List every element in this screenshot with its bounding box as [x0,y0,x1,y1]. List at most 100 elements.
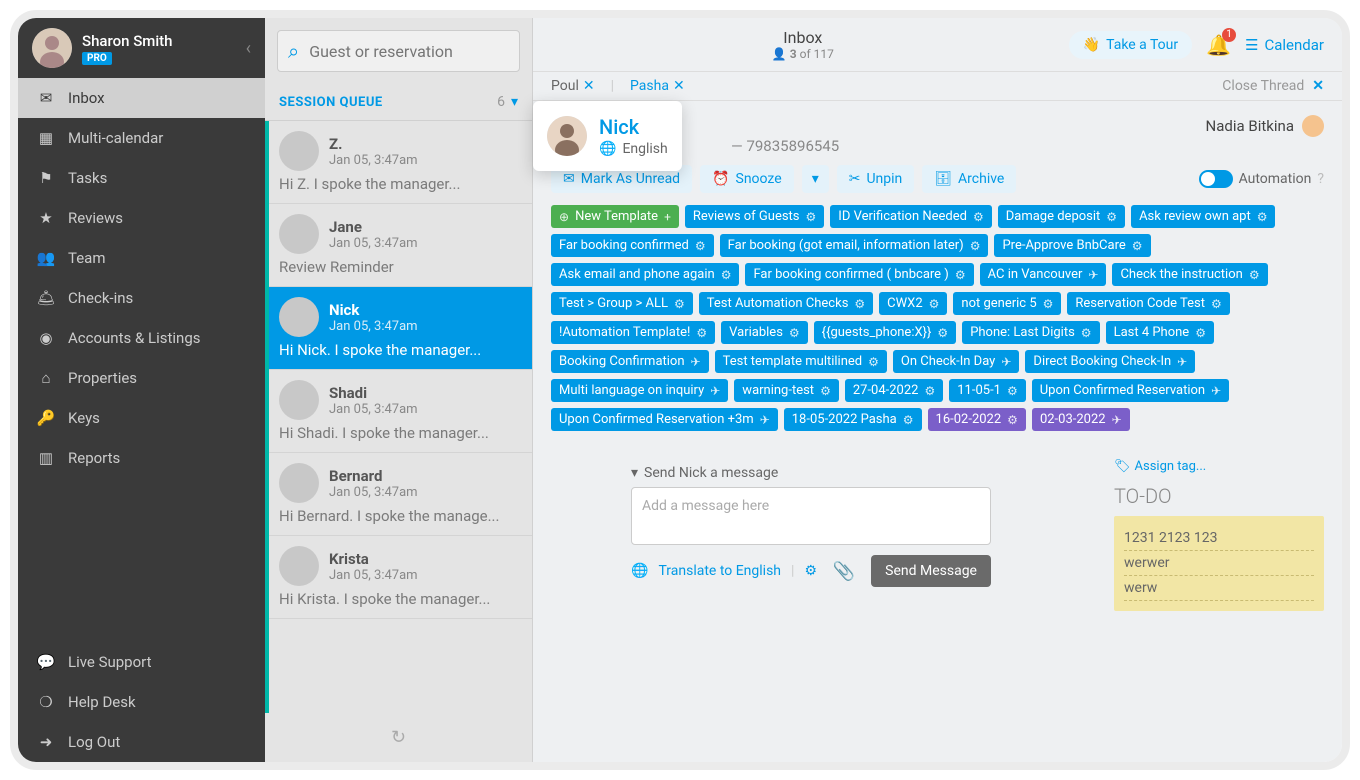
translate-button[interactable]: Translate to English [658,563,781,579]
template-tag[interactable]: Reviews of Guests⚙ [685,205,824,228]
nav-checkins[interactable]: 🛎Check-ins [18,278,265,318]
template-tag[interactable]: ID Verification Needed⚙ [830,205,991,228]
automation-toggle[interactable] [1199,170,1233,188]
template-tag[interactable]: Phone: Last Digits⚙ [962,321,1099,344]
nav-label: Tasks [68,169,107,187]
nav-properties[interactable]: ⌂Properties [18,358,265,398]
todo-note-line: 1231 2123 123 [1124,526,1314,551]
nav-live-support[interactable]: 💬Live Support [18,642,265,682]
template-tag[interactable]: Check the instruction⚙ [1112,263,1267,286]
logout-icon: ➜ [36,732,56,752]
template-tag[interactable]: AC in Vancouver✈ [980,263,1107,286]
template-tag[interactable]: Last 4 Phone⚙ [1106,321,1214,344]
template-tag[interactable]: Upon Confirmed Reservation +3m✈ [551,408,778,431]
queue-item[interactable]: BernardJan 05, 3:47amHi Bernard. I spoke… [269,453,532,536]
template-tags: ⊕New Template+ Reviews of Guests⚙ ID Verif… [533,205,1342,445]
queue-item[interactable]: NickJan 05, 3:47amHi Nick. I spoke the m… [269,287,532,370]
avatar [279,297,319,337]
template-tag[interactable]: Damage deposit⚙ [998,205,1125,228]
template-tag[interactable]: Ask review own apt⚙ [1131,205,1275,228]
snooze-dropdown[interactable]: ▾ [802,165,829,193]
template-tag[interactable]: Test template multilined⚙ [715,350,887,373]
close-thread-button[interactable]: Close Thread✕ [1222,78,1324,94]
template-tag[interactable]: Test > Group > ALL⚙ [551,292,693,315]
thread-tab-poul[interactable]: Poul✕ [551,78,595,94]
template-tag[interactable]: not generic 5⚙ [953,292,1061,315]
nav-reviews[interactable]: ★Reviews [18,198,265,238]
gear-icon: ⚙ [1249,268,1260,282]
template-tag[interactable]: 27-04-2022⚙ [845,379,943,402]
calendar-button[interactable]: ☰Calendar [1245,36,1324,54]
nav-help-desk[interactable]: ❍Help Desk [18,682,265,722]
queue-item[interactable]: KristaJan 05, 3:47amHi Krista. I spoke t… [269,536,532,619]
nav-team[interactable]: 👥Team [18,238,265,278]
nav-keys[interactable]: 🔑Keys [18,398,265,438]
template-tag[interactable]: Upon Confirmed Reservation✈ [1032,379,1229,402]
nav-label: Log Out [68,733,120,751]
todo-notes[interactable]: 1231 2123 123werwerwerw [1114,516,1324,611]
template-tag[interactable]: 02-03-2022✈ [1032,408,1130,431]
template-tag[interactable]: Pre-Approve BnbCare⚙ [994,234,1150,257]
refresh-button[interactable]: ↻ [265,713,532,762]
attach-icon[interactable]: 📎 [833,561,855,582]
gear-icon: ⚙ [1007,413,1018,427]
close-icon[interactable]: ✕ [673,78,685,94]
nav-logout[interactable]: ➜ Log Out [18,722,265,762]
archive-button[interactable]: 🗄Archive [922,165,1016,193]
gear-icon[interactable]: ⚙ [804,563,817,579]
plane-icon: ✈ [691,355,701,369]
template-tag[interactable]: Far booking confirmed ( bnbcare )⚙ [745,263,973,286]
template-tag[interactable]: Multi language on inquiry✈ [551,379,728,402]
close-icon[interactable]: ✕ [583,78,595,94]
translate-icon: 🌐 [631,563,648,579]
template-tag[interactable]: warning-test⚙ [734,379,839,402]
queue-item[interactable]: ShadiJan 05, 3:47amHi Shadi. I spoke the… [269,370,532,453]
nav: ✉Inbox ▦Multi-calendar ⚑Tasks ★Reviews 👥… [18,78,265,478]
search-box[interactable]: ⌕ [277,30,520,72]
template-tag[interactable]: Far booking (got email, information late… [720,234,989,257]
template-tag[interactable]: Booking Confirmation✈ [551,350,709,373]
template-tag[interactable]: Ask email and phone again⚙ [551,263,739,286]
collapse-sidebar-icon[interactable]: ‹ [246,38,251,59]
unpin-button[interactable]: ✂Unpin [837,165,915,193]
gear-icon: ⚙ [937,326,948,340]
template-tag[interactable]: Reservation Code Test⚙ [1067,292,1229,315]
template-tag[interactable]: 16-02-2022⚙ [928,408,1026,431]
template-tag[interactable]: Far booking confirmed⚙ [551,234,714,257]
pro-badge: PRO [82,52,112,65]
template-tag[interactable]: ⊕New Template+ [551,205,679,228]
template-tag[interactable]: CWX2⚙ [879,292,947,315]
chevron-down-icon[interactable]: ▾ [511,94,518,110]
help-icon[interactable]: ? [1317,171,1324,187]
message-input[interactable]: Add a message here [631,487,991,545]
assigned-user[interactable]: Nadia Bitkina [1206,115,1324,137]
template-tag[interactable]: Test Automation Checks⚙ [699,292,873,315]
search-input[interactable] [309,42,512,61]
take-tour-button[interactable]: 👋Take a Tour [1069,31,1192,59]
nav-reports[interactable]: ▥Reports [18,438,265,478]
plus-icon: ⊕ [559,210,569,224]
template-tag[interactable]: !Automation Template!⚙ [551,321,715,344]
template-tag[interactable]: {{guests_phone:X}}⚙ [814,321,957,344]
nav-tasks[interactable]: ⚑Tasks [18,158,265,198]
gear-icon: ⚙ [1106,210,1117,224]
template-tag[interactable]: Direct Booking Check-In✈ [1025,350,1195,373]
snooze-button[interactable]: ⏰Snooze [700,165,794,193]
template-tag[interactable]: On Check-In Day✈ [893,350,1020,373]
queue-item[interactable]: JaneJan 05, 3:47amReview Reminder [269,204,532,287]
template-tag[interactable]: 11-05-1⚙ [949,379,1025,402]
chevron-down-icon[interactable]: ▾ [631,465,638,481]
assign-tag-button[interactable]: 🏷Assign tag... [1114,459,1324,474]
queue-item[interactable]: Z.Jan 05, 3:47amHi Z. I spoke the manage… [269,121,532,204]
nav-multi-calendar[interactable]: ▦Multi-calendar [18,118,265,158]
template-tag[interactable]: Variables⚙ [721,321,808,344]
notifications-button[interactable]: 🔔1 [1206,33,1231,57]
template-tag[interactable]: 18-05-2022 Pasha⚙ [784,408,922,431]
nav-inbox[interactable]: ✉Inbox [18,78,265,118]
send-message-button[interactable]: Send Message [871,555,991,587]
gear-icon: ⚙ [924,384,935,398]
user-block[interactable]: Sharon Smith PRO ‹ [18,18,265,78]
nav-accounts[interactable]: ◉Accounts & Listings [18,318,265,358]
thread-tab-pasha[interactable]: Pasha✕ [630,78,685,94]
queue-item-preview: Hi Shadi. I spoke the manager... [279,424,520,442]
